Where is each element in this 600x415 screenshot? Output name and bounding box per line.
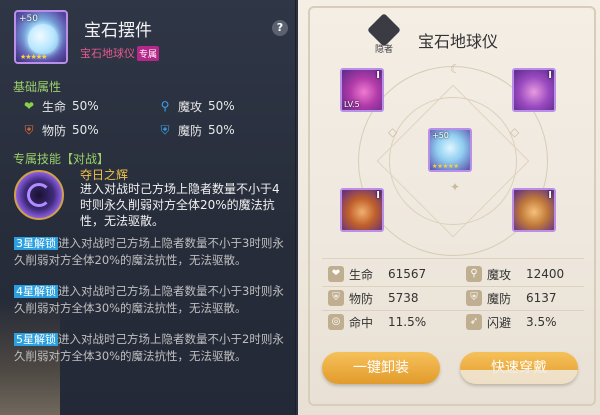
dodge-icon: ➶ — [466, 314, 482, 330]
equip-slot-4[interactable]: I — [512, 188, 556, 232]
skill-description: 进入对战时己方场上隐者数量不小于4时则永久削弱对方全体20%的魔法抗性，无法驱散… — [80, 182, 280, 228]
stat-value: 50% — [208, 123, 235, 137]
heart-icon: ❤ — [328, 266, 344, 282]
total-stat-hp: ❤ 生命 61567 — [328, 263, 454, 285]
divider — [322, 258, 584, 259]
stat-magic-defense: ⛨ 魔防 50% — [150, 120, 290, 140]
item-icon: +50 ★★★★★ — [14, 10, 68, 64]
total-stat-accuracy: ◎ 命中 11.5% — [328, 311, 454, 333]
total-stat-magic-attack: ⚲ 魔攻 12400 — [466, 263, 592, 285]
rune-symbol: ◇ — [510, 125, 520, 139]
total-stat-physical-defense: ⛨ 物防 5738 — [328, 287, 454, 309]
stat-label: 魔攻 — [178, 99, 203, 114]
base-attributes-title: 基础属性 — [13, 80, 62, 94]
shield-icon: ⛨ — [328, 290, 344, 306]
stat-value: 50% — [72, 99, 99, 113]
total-stat-dodge: ➶ 闪避 3.5% — [466, 311, 592, 333]
stat-label: 魔防 — [178, 123, 203, 138]
equipment-set-title: 宝石地球仪 — [418, 32, 499, 51]
heart-icon: ❤ — [23, 99, 35, 113]
star-unlock-5: 5星解锁 进入对战时己方场上隐者数量不小于2时则永久削弱对方全体30%的魔法抗性，… — [14, 331, 290, 364]
equip-slot-1[interactable]: I LV.5 — [340, 68, 384, 112]
rune-symbol: ☾ — [450, 62, 461, 76]
wand-icon: ⚲ — [466, 266, 482, 282]
star-tag: 5星解锁 — [14, 333, 58, 346]
target-icon: ◎ — [328, 314, 344, 330]
item-subtitle: 宝石地球仪 专属 — [80, 45, 160, 61]
unequip-all-button[interactable]: 一键卸装 — [322, 352, 440, 384]
star-tag: 3星解锁 — [14, 237, 58, 250]
exclusive-skill-title: 专属技能【对战】 — [13, 152, 110, 166]
magic-shield-icon: ⛨ — [160, 123, 170, 137]
rune-symbol: ◇ — [388, 125, 398, 139]
help-button[interactable]: ? — [272, 20, 288, 36]
equipment-panel: 隐者 宝石地球仪 ☾ ✦ ◇ ◇ I LV.5 I +50 ★★★★★ I I … — [298, 0, 600, 415]
item-set-name: 宝石地球仪 — [80, 47, 135, 60]
equip-slot-3[interactable]: I — [340, 188, 384, 232]
skill-icon — [14, 170, 64, 220]
equip-slot-2[interactable]: I — [512, 68, 556, 112]
quick-equip-button[interactable]: 快速穿戴 — [460, 352, 578, 384]
stat-label: 物防 — [42, 123, 67, 138]
stat-value: 50% — [72, 123, 99, 137]
gem-bear-icon — [28, 24, 58, 54]
class-emblem: 隐者 — [366, 13, 402, 55]
magic-shield-icon: ⛨ — [466, 290, 482, 306]
item-detail-panel: +50 ★★★★★ 宝石摆件 宝石地球仪 专属 ? 基础属性 ❤ 生命 50% … — [0, 0, 296, 415]
wand-icon: ⚲ — [160, 99, 170, 113]
shield-icon: ⛨ — [24, 123, 34, 137]
total-stat-magic-defense: ⛨ 魔防 6137 — [466, 287, 592, 309]
equip-slot-center[interactable]: +50 ★★★★★ — [428, 128, 472, 172]
stat-value: 50% — [208, 99, 235, 113]
star-tag: 4星解锁 — [14, 285, 58, 298]
rune-symbol: ✦ — [450, 180, 461, 194]
star-unlock-4: 4星解锁 进入对战时己方场上隐者数量不小于3时则永久削弱对方全体30%的魔法抗性，… — [14, 283, 290, 316]
exclusive-badge: 专属 — [137, 45, 160, 61]
stat-physical-defense: ⛨ 物防 50% — [14, 120, 154, 140]
class-label: 隐者 — [374, 45, 393, 55]
item-name: 宝石摆件 — [84, 21, 152, 41]
item-stars: ★★★★★ — [20, 53, 47, 61]
item-plus-level: +50 — [19, 14, 38, 24]
stat-label: 生命 — [42, 99, 67, 114]
stat-magic-attack: ⚲ 魔攻 50% — [150, 96, 290, 116]
stat-hp: ❤ 生命 50% — [14, 96, 154, 116]
star-unlock-3: 3星解锁 进入对战时己方场上隐者数量不小于3时则永久削弱对方全体20%的魔法抗性，… — [14, 235, 290, 268]
